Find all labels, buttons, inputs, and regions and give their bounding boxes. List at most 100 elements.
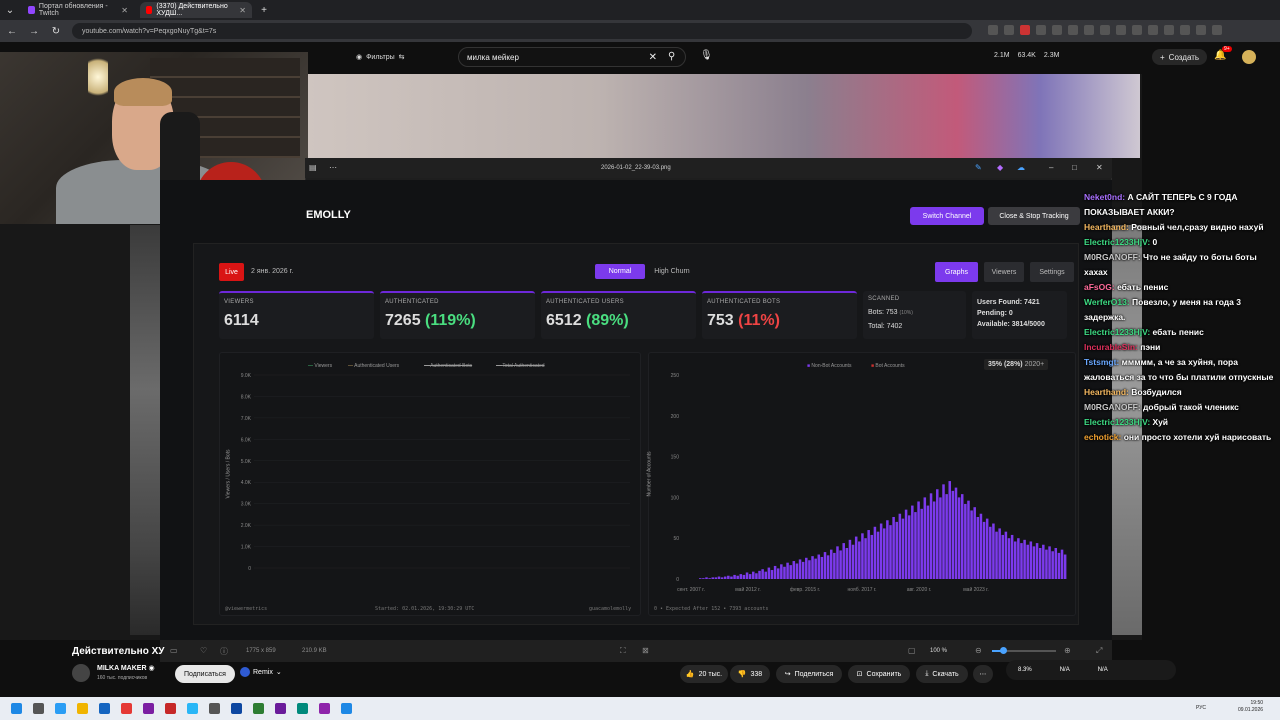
user-avatar[interactable] xyxy=(1242,50,1256,64)
tab-settings[interactable]: Settings xyxy=(1030,262,1074,282)
taskbar-app-icon[interactable] xyxy=(253,703,264,714)
browser-tab-youtube[interactable]: (3370) Действительно ХУДШ... ✕ xyxy=(140,2,252,18)
extension-icon[interactable] xyxy=(1100,25,1110,35)
taskbar-app-icon[interactable] xyxy=(275,703,286,714)
system-clock[interactable]: 19:50 09.01.2026 xyxy=(1238,700,1263,714)
reload-icon[interactable]: ↻ xyxy=(50,26,62,37)
steam-icon[interactable] xyxy=(231,703,242,714)
zoom-in-icon[interactable]: ⊕ xyxy=(1064,646,1071,655)
cloud-icon[interactable]: ☁ xyxy=(1017,163,1025,172)
monitor-icon[interactable]: ▭ xyxy=(170,646,178,655)
channel-avatar[interactable] xyxy=(72,664,90,682)
extension-icon[interactable] xyxy=(1116,25,1126,35)
extension-icon[interactable] xyxy=(1180,25,1190,35)
close-tab-icon[interactable]: ✕ xyxy=(239,6,246,15)
search-input[interactable]: милка мейкер ✕ xyxy=(458,47,686,67)
app-icon[interactable]: ◆ xyxy=(997,163,1003,172)
subscribe-button[interactable]: Подписаться xyxy=(175,665,235,683)
aspect-icon[interactable]: ▢ xyxy=(908,646,916,655)
extension-icon[interactable] xyxy=(1132,25,1142,35)
download-button[interactable]: ⤓ Скачать xyxy=(916,665,968,683)
more-actions-button[interactable]: ⋯ xyxy=(973,665,993,683)
url-field[interactable]: youtube.com/watch?v=PeqxgoNuyTg&t=7s xyxy=(72,23,972,39)
chat-username[interactable]: Tstsmgt: xyxy=(1084,357,1122,367)
close-window-icon[interactable]: ✕ xyxy=(1096,163,1103,172)
input-language[interactable]: РУС xyxy=(1196,705,1206,711)
chat-username[interactable]: M0RGANOFF: xyxy=(1084,402,1143,412)
maximize-icon[interactable]: □ xyxy=(1072,163,1077,172)
heart-icon[interactable]: ♡ xyxy=(200,646,207,655)
extension-icon[interactable] xyxy=(1084,25,1094,35)
close-stop-tracking-button[interactable]: Close & Stop Tracking xyxy=(988,207,1080,225)
close-tab-icon[interactable]: ✕ xyxy=(121,6,128,15)
taskbar-app-icon[interactable] xyxy=(319,703,330,714)
microphone-icon[interactable]: 🎙 xyxy=(700,50,713,61)
chat-username[interactable]: Hearthand: xyxy=(1084,387,1131,397)
extension-icon[interactable] xyxy=(1004,25,1014,35)
channel-name-link[interactable]: MILKA MAKER ◉ xyxy=(97,664,155,672)
taskbar-app-icon[interactable] xyxy=(143,703,154,714)
chat-username[interactable]: Neket0nd: xyxy=(1084,192,1127,202)
browser-tab-twitch[interactable]: Портал обновления - Twitch ✕ xyxy=(22,2,134,18)
extension-icon[interactable] xyxy=(1148,25,1158,35)
create-button[interactable]: + Создать xyxy=(1152,49,1208,65)
taskbar-app-icon[interactable] xyxy=(297,703,308,714)
chat-username[interactable]: Electric1233HjV: xyxy=(1084,237,1153,247)
fullscreen-icon[interactable]: ⤢ xyxy=(1096,646,1102,656)
chrome-icon[interactable] xyxy=(121,703,132,714)
taskbar-app-icon[interactable] xyxy=(55,703,66,714)
search-taskbar-icon[interactable] xyxy=(33,703,44,714)
taskbar-app-icon[interactable] xyxy=(341,703,352,714)
extension-icon[interactable] xyxy=(1020,25,1030,35)
back-icon[interactable]: ← xyxy=(6,26,18,37)
chat-username[interactable]: aFsOG: xyxy=(1084,282,1117,292)
extension-icon[interactable] xyxy=(1212,25,1222,35)
chat-username[interactable]: Electric1233HjV: xyxy=(1084,417,1153,427)
start-icon[interactable] xyxy=(11,703,22,714)
tab-menu-icon[interactable]: ⌄ xyxy=(4,5,16,16)
mode-normal-tab[interactable]: Normal xyxy=(595,264,645,279)
taskbar-app-icon[interactable] xyxy=(187,703,198,714)
chat-username[interactable]: Hearthand: xyxy=(1084,222,1131,232)
chat-username[interactable]: echotick: xyxy=(1084,432,1124,442)
taskbar-app-icon[interactable] xyxy=(209,703,220,714)
chat-username[interactable]: Electric1233HjV: xyxy=(1084,327,1153,337)
fit-icon[interactable]: ⛶ xyxy=(620,646,626,656)
share-button[interactable]: ↪ Поделиться xyxy=(776,665,842,683)
tab-viewers[interactable]: Viewers xyxy=(984,262,1024,282)
extension-icon[interactable] xyxy=(1036,25,1046,35)
viewer-sidebar-icon[interactable]: ▤ xyxy=(309,163,317,172)
file-explorer-icon[interactable] xyxy=(77,703,88,714)
zoom-slider-handle[interactable] xyxy=(1000,647,1007,654)
zoom-slider[interactable] xyxy=(992,647,1056,654)
crop-icon[interactable]: ⊠ xyxy=(642,646,649,655)
chat-username[interactable]: IncurableSin: xyxy=(1084,342,1140,352)
info-icon[interactable]: ⓘ xyxy=(220,646,228,657)
zoom-level[interactable]: 100 % xyxy=(930,648,947,654)
extension-icon[interactable] xyxy=(988,25,998,35)
remix-button[interactable]: Remix ⌄ xyxy=(240,667,282,677)
extension-icon[interactable] xyxy=(1052,25,1062,35)
extension-icon[interactable] xyxy=(1164,25,1174,35)
clear-search-icon[interactable]: ✕ xyxy=(649,52,657,63)
chat-username[interactable]: M0RGANOFF: xyxy=(1084,252,1143,262)
zoom-out-icon[interactable]: ⊖ xyxy=(975,646,982,655)
taskbar-app-icon[interactable] xyxy=(99,703,110,714)
extension-icon[interactable] xyxy=(1196,25,1206,35)
search-icon[interactable]: ⚲ xyxy=(668,51,675,62)
edit-icon[interactable]: ✎ xyxy=(975,163,982,172)
extension-icon[interactable] xyxy=(1068,25,1078,35)
new-tab-button[interactable]: + xyxy=(258,5,270,16)
filters-button[interactable]: ◉ Фильтры ⇆ xyxy=(356,50,405,64)
switch-channel-button[interactable]: Switch Channel xyxy=(910,207,984,225)
taskbar-app-icon[interactable] xyxy=(165,703,176,714)
like-button[interactable]: 👍 20 тыс. xyxy=(680,665,728,683)
minimize-icon[interactable]: – xyxy=(1049,163,1053,172)
chat-username[interactable]: WerferO13: xyxy=(1084,297,1132,307)
save-button[interactable]: ⊡ Сохранить xyxy=(848,665,910,683)
forward-icon[interactable]: → xyxy=(28,26,40,37)
mode-high-churn-tab[interactable]: High Churn xyxy=(647,264,697,279)
tab-graphs[interactable]: Graphs xyxy=(935,262,978,282)
dislike-button[interactable]: 👎 338 xyxy=(730,665,770,683)
viewer-more-icon[interactable]: ⋯ xyxy=(329,163,337,172)
